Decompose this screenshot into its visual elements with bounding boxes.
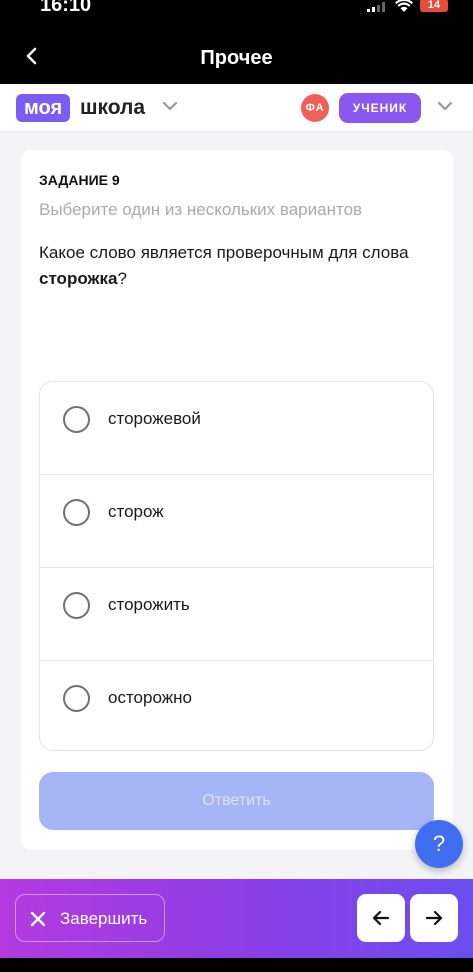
bottom-toolbar: Завершить [0, 879, 473, 958]
radio-icon[interactable] [63, 499, 90, 526]
option-label: осторожно [108, 688, 192, 707]
option-item[interactable]: сторож [40, 474, 433, 567]
nav-bar: Прочее [0, 18, 473, 84]
question-text: Какое слово является проверочным для сло… [39, 240, 419, 292]
answer-options: сторожевой сторож сторожить осторожно [39, 381, 434, 751]
home-indicator-area [0, 958, 473, 972]
option-label: сторожить [108, 595, 190, 614]
task-hint: Выберите один из нескольких вариантов [39, 200, 363, 219]
chevron-down-icon[interactable] [161, 100, 179, 112]
radio-icon[interactable] [63, 685, 90, 712]
role-badge[interactable]: УЧЕНИК [339, 93, 421, 123]
arrow-right-icon [425, 910, 443, 926]
prev-button[interactable] [357, 894, 405, 942]
option-item[interactable]: осторожно [40, 660, 433, 750]
help-button[interactable]: ? [415, 820, 463, 868]
avatar[interactable]: ФА [301, 94, 329, 122]
answer-button[interactable]: Ответить [39, 772, 434, 830]
chevron-down-icon[interactable] [436, 100, 454, 112]
option-label: сторож [108, 502, 164, 521]
radio-icon[interactable] [63, 406, 90, 433]
app-header: моя школа ФА УЧЕНИК [0, 84, 473, 132]
battery-icon: 14 [420, 0, 448, 12]
radio-icon[interactable] [63, 592, 90, 619]
logo-shkola[interactable]: школа [80, 94, 145, 122]
finish-button[interactable]: Завершить [15, 894, 165, 942]
wifi-icon [395, 0, 413, 12]
page-title: Прочее [200, 47, 273, 69]
task-card: ЗАДАНИЕ 9 Выберите один из нескольких ва… [21, 150, 453, 850]
status-time: 16:10 [40, 0, 92, 16]
signal-icon [367, 2, 387, 12]
status-bar: 16:10 14 [0, 0, 473, 18]
next-button[interactable] [410, 894, 458, 942]
option-label: сторожевой [108, 409, 201, 428]
task-number: ЗАДАНИЕ 9 [39, 172, 120, 188]
arrow-left-icon [372, 910, 390, 926]
question-suffix: ? [117, 269, 127, 288]
question-word: сторожка [39, 269, 118, 288]
close-icon [30, 911, 46, 927]
question-prefix: Какое слово является проверочным для сло… [39, 243, 409, 262]
finish-label: Завершить [60, 909, 148, 928]
option-item[interactable]: сторожевой [40, 382, 433, 475]
option-item[interactable]: сторожить [40, 567, 433, 660]
logo-moya[interactable]: моя [16, 94, 71, 122]
